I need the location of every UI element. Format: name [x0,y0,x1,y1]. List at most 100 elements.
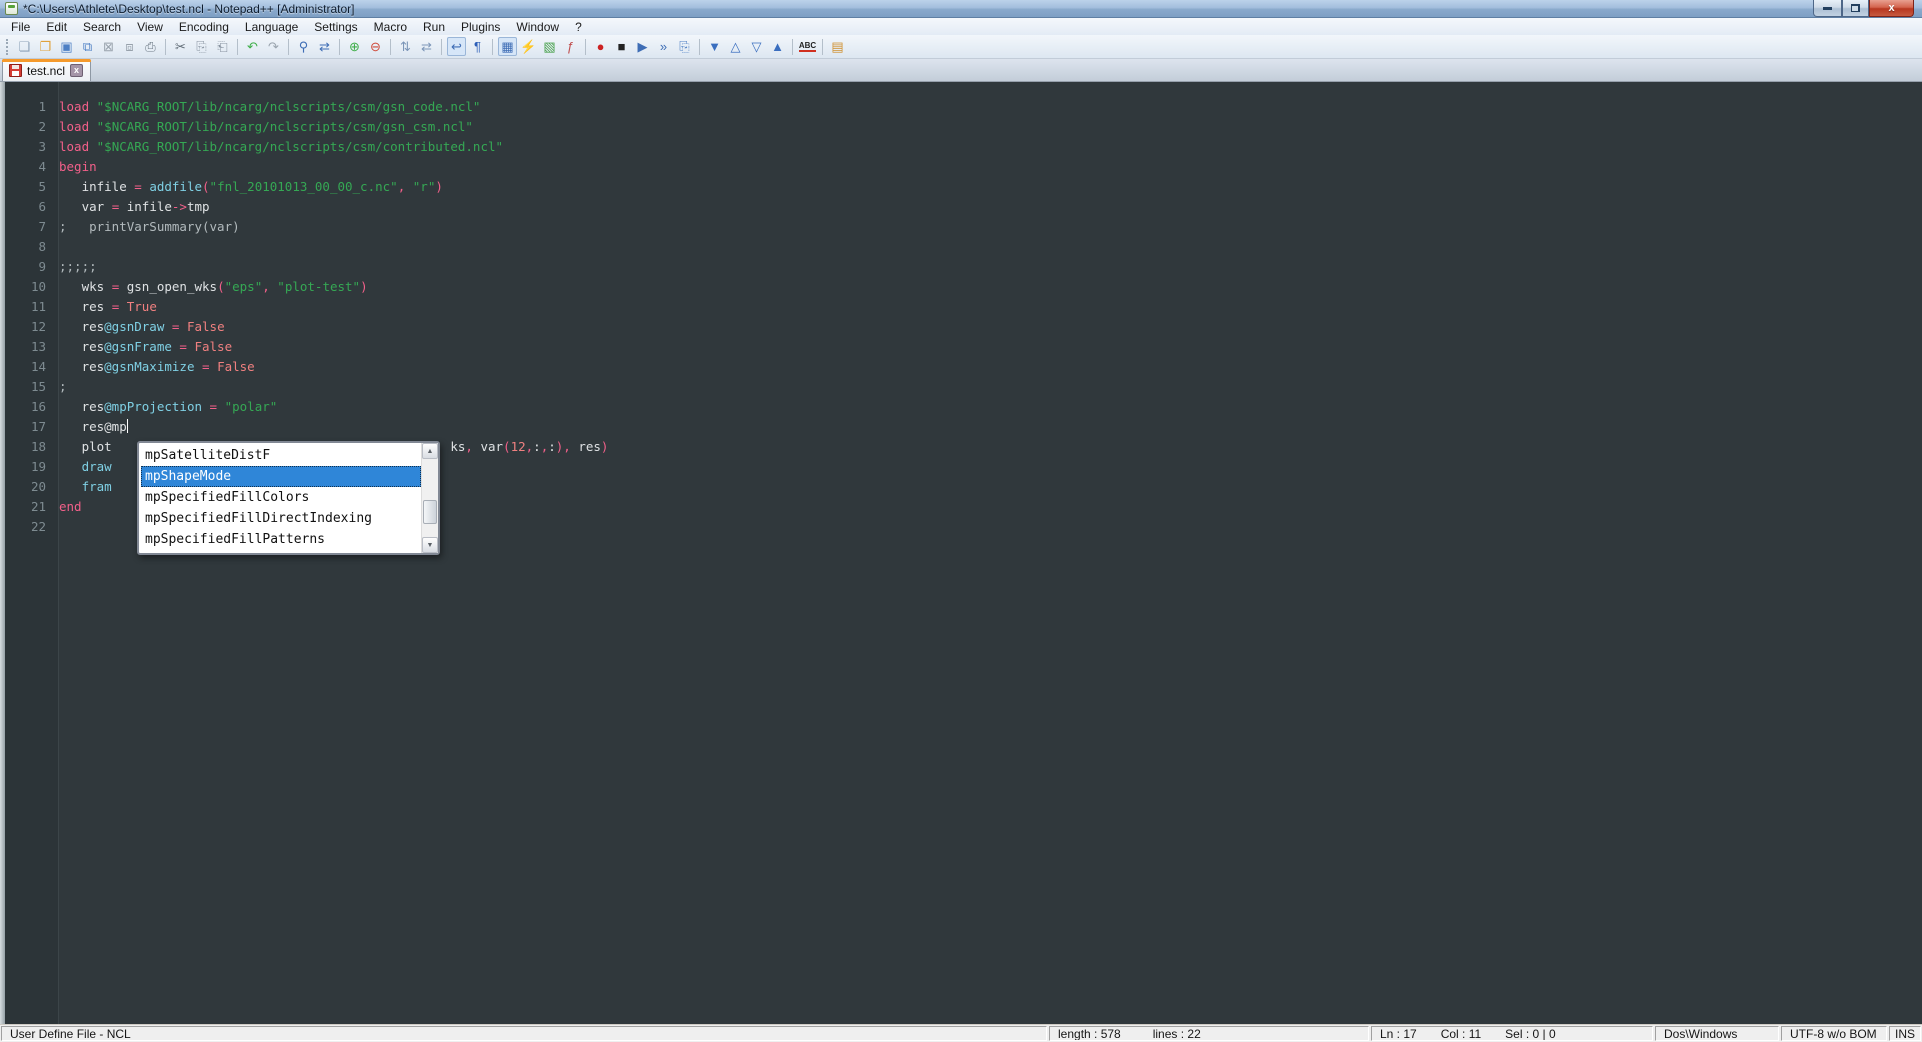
user-define-dialog-button[interactable]: ⚡ [519,37,538,56]
document-map-button[interactable]: ▧ [540,37,559,56]
menu-item-settings[interactable]: Settings [306,19,365,35]
unfold-all-icon: △ [731,40,741,53]
zoom-in-button[interactable]: ⊕ [345,37,364,56]
code-token: False [217,359,255,374]
tab-close-icon[interactable]: x [70,64,83,77]
menu-item-file[interactable]: File [3,19,38,35]
menu-item-language[interactable]: Language [237,19,306,35]
code-text: fram [59,477,112,497]
code-token: @mpProjection [104,399,202,414]
code-token [217,399,225,414]
copy-button[interactable]: ⎘ [192,37,211,56]
find-button[interactable]: ⚲ [294,37,313,56]
show-all-characters-button[interactable]: ¶ [468,37,487,56]
zoom-out-button[interactable]: ⊖ [366,37,385,56]
doc-monitor-button[interactable]: ▤ [828,37,847,56]
fold-all-button[interactable]: ▼ [705,37,724,56]
code-token: ; [59,379,67,394]
editor-pane[interactable]: 1load "$NCARG_ROOT/lib/ncarg/nclscripts/… [0,82,1922,1024]
paste-button[interactable]: ⎗ [213,37,232,56]
record-macro-button[interactable]: ● [591,37,610,56]
scroll-down-icon[interactable]: ▼ [422,537,438,553]
menu-item-encoding[interactable]: Encoding [171,19,237,35]
save-all-button[interactable]: ⧉ [78,37,97,56]
line-number: 19 [5,457,59,477]
save-macro-button[interactable]: ⎘ [675,37,694,56]
scroll-up-icon[interactable]: ▲ [422,443,438,459]
line-number: 21 [5,497,59,517]
cut-button[interactable]: ✂ [171,37,190,56]
code-token: ( [202,179,210,194]
code-token: True [127,299,157,314]
code-token: res [59,319,104,334]
spell-check-button[interactable]: ABC [798,37,817,56]
code-token: gsn_open_wks [119,279,217,294]
uncollapse-current-button[interactable]: ▲ [768,37,787,56]
save-all-icon: ⧉ [83,40,92,53]
undo-button[interactable]: ↶ [243,37,262,56]
autocomplete-item[interactable]: mpSatelliteDistF [141,445,421,466]
autocomplete-item[interactable]: mpSpecifiedFillDirectIndexing [141,508,421,529]
title-bar[interactable]: *C:\Users\Athlete\Desktop\test.ncl - Not… [0,0,1922,18]
unfold-all-button[interactable]: △ [726,37,745,56]
close-button[interactable]: x [1869,0,1914,17]
save-file-icon: ▣ [60,40,72,53]
scrollbar-thumb[interactable] [423,500,437,524]
code-line: 13 res@gsnFrame = False [5,337,1922,357]
status-encoding: UTF-8 w/o BOM [1781,1026,1887,1041]
close-file-button[interactable]: ⊠ [99,37,118,56]
autocomplete-item[interactable]: mpSpecifiedFillColors [141,487,421,508]
autocomplete-scrollbar[interactable]: ▲ ▼ [421,443,438,553]
length-label: length : 578 [1058,1027,1121,1041]
code-token: , [465,439,473,454]
indent-guide-button[interactable]: ▦ [498,37,517,56]
autocomplete-popup[interactable]: mpSatelliteDistFmpShapeModempSpecifiedFi… [137,441,440,555]
stop-macro-button[interactable]: ■ [612,37,631,56]
save-file-button[interactable]: ▣ [57,37,76,56]
code-token: begin [59,159,97,174]
line-number: 8 [5,237,59,257]
code-text: ;;;;; [59,257,97,277]
menu-item-window[interactable]: Window [508,19,567,35]
collapse-current-button[interactable]: ▽ [747,37,766,56]
redo-button[interactable]: ↷ [264,37,283,56]
menu-item-plugins[interactable]: Plugins [453,19,508,35]
menu-item-run[interactable]: Run [415,19,453,35]
undo-icon: ↶ [247,40,258,53]
window-controls: x [1813,0,1914,17]
fold-all-icon: ▼ [708,40,721,53]
restore-button[interactable] [1842,0,1869,17]
run-macro-multiple-button[interactable]: » [654,37,673,56]
tab-test-ncl[interactable]: test.nclx [2,59,91,81]
print-button[interactable]: ⎙ [141,37,160,56]
code-text: res@gsnDraw = False [59,317,225,337]
toolbar-separator [165,39,166,55]
menu-item-macro[interactable]: Macro [366,19,415,35]
menu-item-edit[interactable]: Edit [38,19,75,35]
function-list-button[interactable]: ƒ [561,37,580,56]
scrollbar-track[interactable] [422,459,438,537]
code-token: 12 [511,439,526,454]
sync-vertical-button[interactable]: ⇅ [396,37,415,56]
replace-button[interactable]: ⇄ [315,37,334,56]
lines-label: lines : 22 [1153,1027,1201,1041]
line-number: 20 [5,477,59,497]
sync-horizontal-button[interactable]: ⇄ [417,37,436,56]
code-text: ; [59,377,67,397]
close-all-button[interactable]: ⧈ [120,37,139,56]
user-define-dialog-icon: ⚡ [520,40,536,53]
menu-bar: FileEditSearchViewEncodingLanguageSettin… [0,18,1922,35]
code-token: res [59,359,104,374]
toolbar-grip[interactable] [6,39,10,55]
minimize-button[interactable] [1813,0,1842,17]
playback-macro-button[interactable]: ▶ [633,37,652,56]
word-wrap-button[interactable]: ↩ [447,37,466,56]
find-icon: ⚲ [299,40,309,53]
new-file-button[interactable]: ❏ [15,37,34,56]
menu-item-search[interactable]: Search [75,19,129,35]
open-file-button[interactable]: ❐ [36,37,55,56]
menu-item-view[interactable]: View [129,19,171,35]
menu-item-[interactable]: ? [567,19,590,35]
autocomplete-item[interactable]: mpSpecifiedFillPatterns [141,529,421,550]
autocomplete-item[interactable]: mpShapeMode [141,466,421,487]
